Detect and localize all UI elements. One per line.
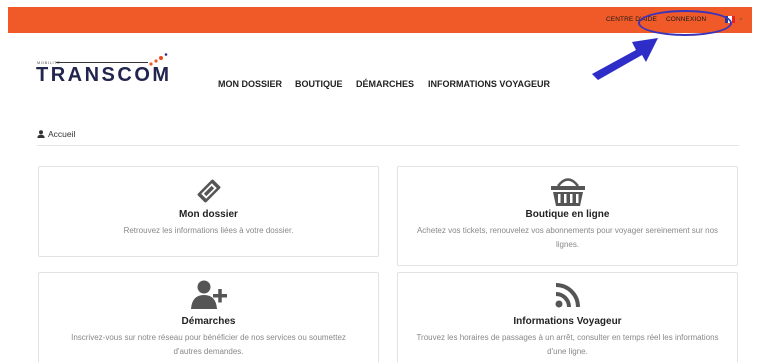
card-demarches[interactable]: Démarches Inscrivez-vous sur notre résea… xyxy=(38,272,379,362)
user-add-icon xyxy=(190,280,227,309)
card-description: Achetez vos tickets, renouvelez vos abon… xyxy=(416,226,719,249)
rss-icon xyxy=(555,283,580,308)
card-title: Démarches xyxy=(181,316,236,327)
pointer-arrow-icon xyxy=(592,38,658,80)
nav-mon-dossier[interactable]: MON DOSSIER xyxy=(218,79,282,89)
card-title: Mon dossier xyxy=(179,209,238,220)
breadcrumb-home[interactable]: Accueil xyxy=(48,129,75,139)
basket-icon xyxy=(550,178,585,206)
logo-dots-icon xyxy=(149,53,168,66)
card-informations-voyageur[interactable]: Informations Voyageur Trouvez les horair… xyxy=(397,272,738,362)
ticket-icon xyxy=(197,179,220,203)
breadcrumb: Accueil xyxy=(37,129,75,139)
card-description: Retrouvez les informations liées à votre… xyxy=(123,226,294,235)
card-description: Inscrivez-vous sur notre réseau pour bén… xyxy=(71,333,346,356)
user-icon xyxy=(37,130,45,138)
card-boutique[interactable]: Boutique en ligne Achetez vos tickets, r… xyxy=(397,166,738,266)
card-title: Boutique en ligne xyxy=(525,209,610,220)
card-title: Informations Voyageur xyxy=(513,316,622,327)
logo-line xyxy=(56,62,148,63)
highlight-ellipse xyxy=(638,10,732,36)
card-mon-dossier[interactable]: Mon dossier Retrouvez les informations l… xyxy=(38,166,379,257)
nav-boutique[interactable]: BOUTIQUE xyxy=(295,79,343,89)
divider xyxy=(37,145,739,146)
transcom-logo[interactable]: MOBILITÉ TRANSCOM xyxy=(36,52,169,92)
nav-informations-voyageur[interactable]: INFORMATIONS VOYAGEUR xyxy=(428,79,550,89)
chevron-down-icon[interactable]: ⌄ xyxy=(738,14,744,22)
card-description: Trouvez les horaires de passages à un ar… xyxy=(416,333,719,356)
nav-demarches[interactable]: DÉMARCHES xyxy=(356,79,414,89)
